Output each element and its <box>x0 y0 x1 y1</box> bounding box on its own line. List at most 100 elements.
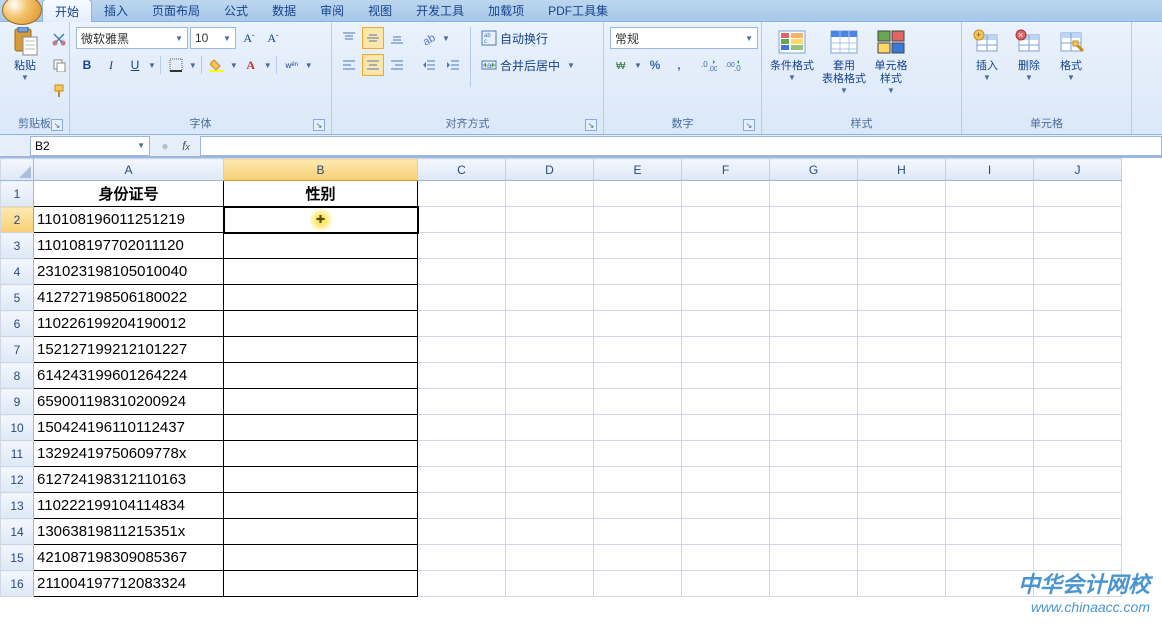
cell[interactable] <box>506 493 594 519</box>
cell[interactable] <box>506 389 594 415</box>
delete-button[interactable]: ×删除▼ <box>1008 24 1050 84</box>
cell[interactable] <box>946 389 1034 415</box>
cell[interactable] <box>418 181 506 207</box>
cell[interactable] <box>770 337 858 363</box>
format-as-table-button[interactable]: 套用 表格格式▼ <box>818 24 870 97</box>
spreadsheet-grid[interactable]: ABCDEFGHIJ1身份证号性别21101081960112512193110… <box>0 157 1162 627</box>
cell[interactable] <box>1034 337 1122 363</box>
cell[interactable] <box>682 181 770 207</box>
align-top-button[interactable] <box>338 27 360 49</box>
name-box[interactable]: B2▼ <box>30 136 150 156</box>
cell[interactable] <box>224 571 418 597</box>
format-button[interactable]: 格式▼ <box>1050 24 1092 84</box>
font-family-combo[interactable]: 微软雅黑▼ <box>76 27 188 49</box>
cell[interactable] <box>682 259 770 285</box>
cell[interactable] <box>770 441 858 467</box>
column-header[interactable]: F <box>682 159 770 181</box>
cell[interactable] <box>506 337 594 363</box>
cell[interactable] <box>224 233 418 259</box>
font-color-button[interactable]: A <box>240 54 262 76</box>
cell[interactable] <box>858 389 946 415</box>
cell[interactable] <box>506 181 594 207</box>
cell[interactable] <box>594 259 682 285</box>
column-header[interactable]: J <box>1034 159 1122 181</box>
row-header[interactable]: 4 <box>1 259 34 285</box>
row-header[interactable]: 8 <box>1 363 34 389</box>
bold-button[interactable]: B <box>76 54 98 76</box>
row-header[interactable]: 14 <box>1 519 34 545</box>
cell[interactable]: 110222199104114834 <box>34 493 224 519</box>
row-header[interactable]: 7 <box>1 337 34 363</box>
tab-addins[interactable]: 加载项 <box>476 0 536 21</box>
cell[interactable] <box>224 467 418 493</box>
cell[interactable] <box>1034 415 1122 441</box>
column-header[interactable]: G <box>770 159 858 181</box>
cell[interactable] <box>946 311 1034 337</box>
cell[interactable] <box>682 311 770 337</box>
cell[interactable]: 231023198105010040 <box>34 259 224 285</box>
cell[interactable] <box>224 259 418 285</box>
cell[interactable] <box>858 259 946 285</box>
cell[interactable] <box>594 207 682 233</box>
wrap-text-button[interactable]: abc自动换行 <box>477 27 579 49</box>
cell[interactable] <box>224 519 418 545</box>
cell[interactable] <box>418 233 506 259</box>
cell[interactable] <box>1034 181 1122 207</box>
align-middle-button[interactable] <box>362 27 384 49</box>
cell[interactable] <box>418 545 506 571</box>
cancel-formula-button[interactable]: ● <box>156 135 174 157</box>
font-size-combo[interactable]: 10▼ <box>190 27 236 49</box>
cell[interactable] <box>224 207 418 233</box>
cell[interactable] <box>224 285 418 311</box>
tab-view[interactable]: 视图 <box>356 0 404 21</box>
cell[interactable] <box>770 233 858 259</box>
cell[interactable] <box>1034 311 1122 337</box>
cell[interactable] <box>418 415 506 441</box>
cell[interactable] <box>858 207 946 233</box>
tab-pdf[interactable]: PDF工具集 <box>536 0 620 21</box>
decrease-font-button[interactable]: Aˇ <box>262 27 284 49</box>
cell[interactable]: 211004197712083324 <box>34 571 224 597</box>
cell[interactable] <box>594 545 682 571</box>
tab-developer[interactable]: 开发工具 <box>404 0 476 21</box>
cell[interactable] <box>770 389 858 415</box>
cut-button[interactable] <box>48 28 70 50</box>
cell[interactable] <box>946 337 1034 363</box>
cell[interactable] <box>770 181 858 207</box>
row-header[interactable]: 2 <box>1 207 34 233</box>
cell[interactable] <box>858 571 946 597</box>
cell[interactable] <box>1034 441 1122 467</box>
cell[interactable] <box>682 285 770 311</box>
column-header[interactable]: C <box>418 159 506 181</box>
cell[interactable] <box>946 285 1034 311</box>
cell[interactable] <box>770 545 858 571</box>
cell[interactable] <box>506 441 594 467</box>
cell[interactable] <box>594 441 682 467</box>
fx-icon[interactable]: fx <box>176 139 196 153</box>
cell[interactable] <box>418 311 506 337</box>
row-header[interactable]: 6 <box>1 311 34 337</box>
cell[interactable] <box>418 467 506 493</box>
cell[interactable] <box>594 389 682 415</box>
row-header[interactable]: 11 <box>1 441 34 467</box>
cell[interactable] <box>770 285 858 311</box>
cell[interactable] <box>506 545 594 571</box>
cell[interactable] <box>946 441 1034 467</box>
increase-decimal-button[interactable]: .0.00 <box>698 54 720 76</box>
row-header[interactable]: 5 <box>1 285 34 311</box>
cell[interactable] <box>224 441 418 467</box>
cell[interactable] <box>770 467 858 493</box>
paste-button[interactable]: 粘贴 ▼ <box>4 24 46 84</box>
cell[interactable] <box>224 337 418 363</box>
cell[interactable] <box>858 415 946 441</box>
cell[interactable] <box>224 415 418 441</box>
fill-color-button[interactable] <box>206 54 228 76</box>
copy-button[interactable] <box>48 54 70 76</box>
cell[interactable] <box>858 337 946 363</box>
cell[interactable] <box>418 493 506 519</box>
cell[interactable] <box>1034 389 1122 415</box>
cell[interactable]: 性别 <box>224 181 418 207</box>
cell[interactable] <box>224 311 418 337</box>
cell[interactable] <box>682 389 770 415</box>
cell[interactable] <box>858 285 946 311</box>
